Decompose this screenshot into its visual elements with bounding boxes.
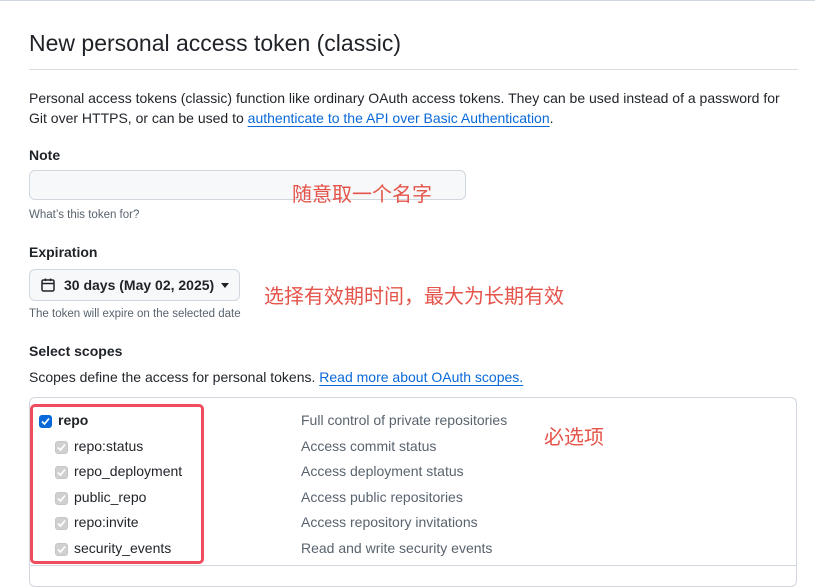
expiration-annotation: 选择有效期时间，最大为长期有效 <box>264 284 564 308</box>
expiration-label: Expiration <box>29 244 98 260</box>
description-end: . <box>549 110 554 126</box>
note-hint: What’s this token for? <box>29 209 140 221</box>
scope-description: Access commit status <box>301 438 437 454</box>
expiration-select-button[interactable]: 30 days (May 02, 2025) <box>29 269 240 301</box>
scopes-divider <box>30 565 797 566</box>
note-label: Note <box>29 147 61 163</box>
basic-auth-link[interactable]: authenticate to the API over Basic Authe… <box>248 110 550 126</box>
annotation-highlight-box <box>30 404 204 564</box>
page-description: Personal access tokens (classic) functio… <box>29 88 799 128</box>
scope-description: Full control of private repositories <box>301 412 508 428</box>
top-border <box>0 0 815 1</box>
expiration-value: 30 days (May 02, 2025) <box>64 277 215 293</box>
scope-description: Access public repositories <box>301 489 463 505</box>
scopes-description: Scopes define the access for personal to… <box>29 369 523 385</box>
scopes-description-text: Scopes define the access for personal to… <box>29 369 320 385</box>
scope-description: Access deployment status <box>301 463 464 479</box>
title-divider <box>29 69 798 70</box>
note-annotation: 随意取一个名字 <box>292 182 432 206</box>
scope-description: Read and write security events <box>301 540 493 556</box>
triangle-down-icon <box>221 282 229 288</box>
expiration-hint: The token will expire on the selected da… <box>29 308 241 320</box>
calendar-icon <box>40 277 56 293</box>
scopes-label: Select scopes <box>29 343 123 359</box>
scopes-annotation: 必选项 <box>544 425 604 449</box>
oauth-scopes-link[interactable]: Read more about OAuth scopes. <box>319 369 523 385</box>
page-title: New personal access token (classic) <box>29 30 401 56</box>
scope-description: Access repository invitations <box>301 514 478 530</box>
